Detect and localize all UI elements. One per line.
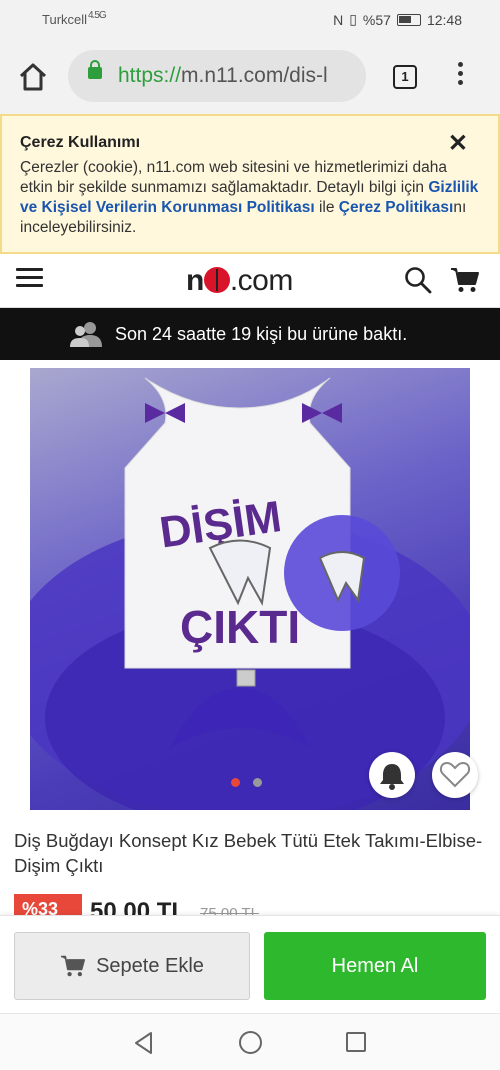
carousel-dot-active[interactable] [231, 778, 240, 787]
cookie-title: Çerez Kullanımı [20, 134, 141, 151]
nfc-icon: N [333, 11, 344, 28]
close-icon[interactable]: ✕ [448, 132, 468, 156]
hamburger-icon[interactable] [16, 268, 43, 290]
cookie-text: Çerezler (cookie), n11.com web sitesini … [20, 159, 479, 236]
cookie-policy-link[interactable]: Çerez Politikası [339, 199, 454, 216]
status-bar: Turkcell 4.5G N ▯ %57 12:48 [0, 0, 500, 38]
shirt-text-bottom: ÇIKTI [180, 601, 300, 653]
battery-icon [396, 13, 421, 26]
system-nav-bar [0, 1013, 500, 1070]
signal-label: 4.5G [88, 10, 107, 21]
recent-views-banner: Son 24 saatte 19 kişi bu ürüne baktı. [0, 308, 500, 360]
add-to-cart-button[interactable]: Sepete Ekle [14, 932, 250, 1000]
home-icon[interactable] [18, 62, 48, 92]
back-icon[interactable] [133, 1031, 155, 1055]
bell-icon [380, 764, 404, 790]
overflow-menu-icon[interactable] [452, 62, 468, 92]
product-title: Diş Buğdayı Konsept Kız Bebek Tütü Etek … [14, 830, 483, 876]
cart-icon[interactable] [450, 266, 480, 294]
lock-icon [88, 60, 102, 79]
battery-percent: %57 [362, 11, 391, 28]
ladybug-icon [203, 267, 230, 293]
clock: 12:48 [426, 11, 462, 28]
status-icons: N ▯ %57 12:48 [333, 11, 462, 28]
favorite-button[interactable] [432, 752, 478, 798]
browser-toolbar: https://m.n11.com/dis-l 1 [0, 38, 500, 114]
site-logo[interactable]: n .com [186, 264, 293, 298]
product-image[interactable]: DİŞİM ÇIKTI [30, 368, 470, 810]
cart-icon [61, 955, 86, 977]
url-bar[interactable]: https://m.n11.com/dis-l [68, 50, 366, 102]
home-circle-icon[interactable] [239, 1031, 262, 1054]
heart-icon [439, 761, 471, 788]
url-text[interactable]: https://m.n11.com/dis-l [118, 64, 363, 88]
tabs-icon[interactable]: 1 [393, 65, 417, 89]
site-header: n .com [0, 254, 500, 308]
users-icon [70, 322, 102, 347]
carrier-label: Turkcell [42, 12, 88, 27]
price-alert-button[interactable] [369, 752, 415, 798]
recents-icon[interactable] [346, 1032, 366, 1052]
product-illustration: DİŞİM ÇIKTI [30, 377, 470, 810]
purchase-action-bar: Sepete Ekle Hemen Al [0, 915, 500, 1013]
add-to-cart-label: Sepete Ekle [96, 954, 204, 977]
vibrate-icon: ▯ [349, 11, 357, 27]
url-path: m.n11.com/dis-l [181, 64, 328, 87]
carousel-dot[interactable] [253, 778, 262, 787]
url-scheme: https:// [118, 64, 182, 87]
search-icon[interactable] [404, 266, 432, 294]
recent-views-text: Son 24 saatte 19 kişi bu ürüne baktı. [115, 324, 408, 344]
cookie-banner: Çerez Kullanımı Çerezler (cookie), n11.c… [0, 114, 500, 254]
buy-now-button[interactable]: Hemen Al [264, 932, 486, 1000]
